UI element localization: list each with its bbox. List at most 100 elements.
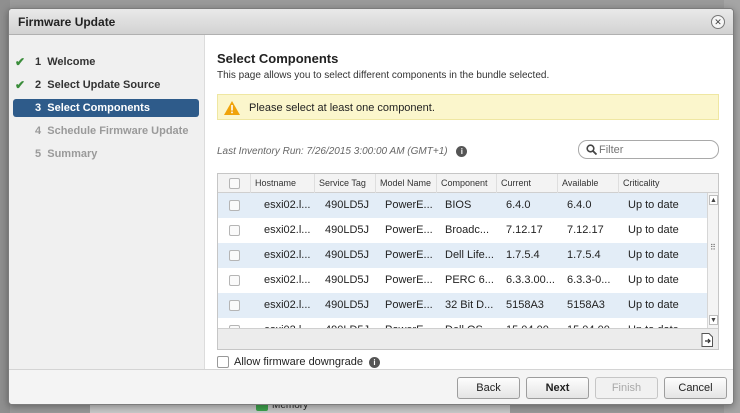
step-label: Schedule Firmware Update — [47, 125, 189, 137]
row-checkbox[interactable] — [229, 275, 240, 286]
table-row[interactable]: esxi02.l... 490LD5J PowerE... Dell OS...… — [218, 318, 707, 328]
column-current[interactable]: Current — [496, 174, 557, 193]
cell-current: 6.3.3.00... — [506, 274, 555, 286]
cell-component: Dell OS... — [441, 318, 496, 328]
cancel-button[interactable]: Cancel — [664, 377, 727, 399]
table-row[interactable]: esxi02.l... 490LD5J PowerE... 32 Bit D..… — [218, 293, 707, 318]
next-button[interactable]: Next — [526, 377, 589, 399]
column-service-tag[interactable]: Service Tag — [314, 174, 375, 193]
step-number: 3 — [35, 102, 42, 114]
cell-service-tag: 490LD5J — [325, 299, 370, 311]
firmware-update-dialog: Firmware Update ✕ ✔ 1 Welcome ✔ 2 Select… — [8, 8, 734, 405]
cell-service-tag: 490LD5J — [325, 249, 370, 261]
table-row[interactable]: esxi02.l... 490LD5J PowerE... BIOS 6.4.0… — [218, 193, 707, 218]
row-checkbox[interactable] — [229, 200, 240, 211]
cell-hostname: esxi02.l... — [264, 299, 311, 311]
cell-hostname: esxi02.l... — [264, 249, 311, 261]
column-model-name[interactable]: Model Name — [375, 174, 436, 193]
cell-model-name: PowerE... — [385, 224, 433, 236]
step-number: 5 — [35, 148, 42, 160]
cell-component: BIOS — [445, 199, 472, 211]
cell-current: 7.12.17 — [506, 224, 543, 236]
step-schedule-firmware-update: 4 Schedule Firmware Update — [13, 122, 199, 140]
cell-component: Broadc... — [445, 224, 490, 236]
grid-scrollbar[interactable]: ▲ ⠿ ▼ — [707, 193, 718, 328]
row-checkbox[interactable] — [229, 250, 240, 261]
allow-downgrade-label: Allow firmware downgrade — [234, 356, 363, 368]
select-all-checkbox[interactable] — [229, 178, 240, 189]
inventory-run-label: Last Inventory Run: 7/26/2015 3:00:00 AM… — [217, 146, 468, 158]
table-row[interactable]: esxi02.l... 490LD5J PowerE... PERC 6... … — [218, 268, 707, 293]
cell-service-tag: 490LD5J — [325, 274, 370, 286]
close-icon[interactable]: ✕ — [711, 15, 725, 29]
cell-model-name: PowerE... — [385, 274, 433, 286]
cell-hostname: esxi02.l... — [260, 318, 314, 328]
check-icon: ✔ — [15, 55, 26, 69]
cell-criticality: Up to date — [628, 274, 679, 286]
table-row[interactable]: esxi02.l... 490LD5J PowerE... Broadc... … — [218, 218, 707, 243]
filter-box[interactable] — [578, 140, 719, 159]
cell-model-name: PowerE... — [385, 199, 433, 211]
column-hostname[interactable]: Hostname — [250, 174, 304, 193]
step-label: Select Update Source — [47, 79, 161, 91]
step-select-components[interactable]: 3 Select Components — [13, 99, 199, 117]
cell-criticality: Up to date — [628, 249, 679, 261]
check-icon: ✔ — [15, 78, 26, 92]
page-description: This page allows you to select different… — [217, 70, 550, 81]
row-checkbox[interactable] — [229, 300, 240, 311]
components-grid: Hostname Service Tag Model Name Componen… — [217, 173, 719, 350]
step-label: Select Components — [47, 102, 150, 114]
cell-criticality: Up to date — [628, 199, 679, 211]
dialog-title: Firmware Update — [18, 15, 116, 29]
table-row[interactable]: esxi02.l... 490LD5J PowerE... Dell Life.… — [218, 243, 707, 268]
warning-banner: Please select at least one component. — [217, 94, 719, 120]
cell-criticality: Up to date — [624, 318, 704, 328]
step-welcome[interactable]: ✔ 1 Welcome — [13, 53, 199, 71]
step-label: Summary — [47, 148, 98, 160]
cell-component: PERC 6... — [445, 274, 494, 286]
cell-available: 5158A3 — [567, 299, 605, 311]
cell-criticality: Up to date — [628, 299, 679, 311]
filter-input[interactable] — [599, 142, 711, 157]
cell-available: 15.04.00 — [563, 318, 618, 328]
warning-icon — [224, 101, 240, 115]
allow-downgrade-checkbox[interactable] — [217, 356, 229, 368]
back-button[interactable]: Back — [457, 377, 520, 399]
cell-available: 1.7.5.4 — [567, 249, 601, 261]
search-icon — [586, 144, 597, 155]
scroll-grip-icon[interactable]: ⠿ — [710, 243, 716, 252]
step-select-update-source[interactable]: ✔ 2 Select Update Source — [13, 76, 199, 94]
grid-header: Hostname Service Tag Model Name Componen… — [218, 174, 718, 193]
grid-rows: esxi02.l... 490LD5J PowerE... BIOS 6.4.0… — [218, 193, 707, 328]
info-icon[interactable]: i — [456, 146, 468, 157]
step-number: 4 — [35, 125, 42, 137]
cell-model-name: PowerE... — [385, 299, 433, 311]
column-component[interactable]: Component — [436, 174, 496, 193]
step-label: Welcome — [47, 56, 96, 68]
cell-hostname: esxi02.l... — [264, 274, 311, 286]
warning-text: Please select at least one component. — [249, 102, 435, 114]
allow-downgrade-option[interactable]: Allow firmware downgrade i — [217, 356, 380, 368]
grid-footer — [218, 328, 718, 349]
cell-available: 6.4.0 — [567, 199, 592, 211]
scroll-up-icon[interactable]: ▲ — [709, 195, 718, 205]
step-summary: 5 Summary — [13, 145, 199, 163]
cell-service-tag: 490LD5J — [325, 199, 370, 211]
column-criticality[interactable]: Criticality — [618, 174, 707, 193]
step-number: 2 — [35, 79, 42, 91]
cell-current: 6.4.0 — [506, 199, 531, 211]
info-icon[interactable]: i — [369, 356, 380, 368]
row-checkbox[interactable] — [229, 225, 240, 236]
inventory-run-text: Last Inventory Run: 7/26/2015 3:00:00 AM… — [217, 146, 448, 158]
column-available[interactable]: Available — [557, 174, 618, 193]
cell-available: 7.12.17 — [567, 224, 604, 236]
scroll-down-icon[interactable]: ▼ — [709, 315, 718, 325]
dialog-titlebar: Firmware Update ✕ — [9, 9, 733, 35]
cell-service-tag: 490LD5J — [321, 318, 375, 328]
export-icon[interactable] — [701, 333, 713, 347]
content-pane: Select Components This page allows you t… — [217, 35, 727, 369]
wizard-steps: ✔ 1 Welcome ✔ 2 Select Update Source 3 S… — [9, 35, 205, 369]
cell-criticality: Up to date — [628, 224, 679, 236]
finish-button: Finish — [595, 377, 658, 399]
cell-service-tag: 490LD5J — [325, 224, 370, 236]
